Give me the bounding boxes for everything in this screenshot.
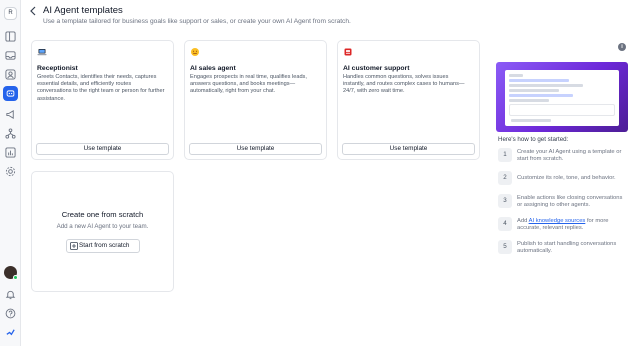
scratch-description: Add a new AI Agent to your team. <box>56 223 149 230</box>
template-name: AI sales agent <box>190 65 236 72</box>
template-card-customer-support: AI customer support Handles common quest… <box>337 40 480 160</box>
template-card-sales-agent: AI sales agent Engages prospects in real… <box>184 40 327 160</box>
step-number: 3 <box>498 194 512 208</box>
template-name: Receptionist <box>37 65 78 72</box>
chat-preview-window <box>505 70 619 126</box>
ai-agents-nav-active[interactable] <box>3 86 18 101</box>
template-name: AI customer support <box>343 65 410 72</box>
inbox-icon[interactable] <box>5 50 16 61</box>
template-card-receptionist: Receptionist Greets Contacts, identifies… <box>31 40 174 160</box>
laptop-icon <box>37 49 47 56</box>
back-arrow-icon[interactable] <box>29 6 37 16</box>
page-subtitle: Use a template tailored for business goa… <box>43 18 351 25</box>
ai-knowledge-sources-link[interactable]: AI knowledge sources <box>529 218 586 224</box>
use-template-button[interactable]: Use template <box>189 143 322 155</box>
step-text: Create your AI Agent using a template or… <box>517 149 622 163</box>
step-number: 5 <box>498 240 512 254</box>
step-number: 1 <box>498 148 512 162</box>
workspace-avatar[interactable]: R <box>4 7 17 20</box>
automation-icon[interactable] <box>5 128 16 139</box>
user-avatar[interactable] <box>4 266 18 280</box>
ai-agent-icon <box>6 90 15 97</box>
preview-message-bar <box>509 104 615 116</box>
brand-logo-icon <box>6 329 15 336</box>
step-number: 4 <box>498 217 512 231</box>
page-title: AI Agent templates <box>43 5 123 16</box>
step-text-pre: Add <box>517 218 529 224</box>
use-template-button[interactable]: Use template <box>36 143 169 155</box>
step-number: 2 <box>498 171 512 185</box>
start-from-scratch-button[interactable]: Start from scratch <box>66 239 140 253</box>
step-text: Add AI knowledge sources for more accura… <box>517 218 627 233</box>
agent-preview-image <box>496 62 628 132</box>
scratch-title: Create one from scratch <box>61 210 144 219</box>
megaphone-icon[interactable] <box>5 109 16 120</box>
create-from-scratch-card: Create one from scratch Add a new AI Age… <box>31 171 174 292</box>
layout-icon[interactable] <box>5 31 16 42</box>
step-text: Enable actions like closing conversation… <box>517 195 623 209</box>
left-nav-rail: R <box>0 0 21 346</box>
reports-icon[interactable] <box>5 147 16 158</box>
smile-emoji-icon <box>191 48 199 56</box>
template-description: Greets Contacts, identifies their needs,… <box>37 74 165 102</box>
help-icon[interactable] <box>5 308 16 319</box>
contacts-icon[interactable] <box>5 69 16 80</box>
settings-gear-icon[interactable] <box>5 166 16 177</box>
step-text: Customize its role, tone, and behavior. <box>517 175 616 181</box>
start-from-scratch-label: Start from scratch <box>79 242 130 249</box>
guide-heading: Here's how to get started: <box>498 136 569 143</box>
use-template-button[interactable]: Use template <box>342 143 475 155</box>
online-status-dot <box>13 275 18 280</box>
support-icon <box>344 48 352 56</box>
template-description: Engages prospects in real time, qualifie… <box>190 74 307 95</box>
info-icon[interactable]: i <box>618 43 626 51</box>
edit-plus-icon <box>70 242 78 250</box>
template-description: Handles common questions, solves issues … <box>343 74 465 95</box>
notifications-bell-icon[interactable] <box>5 289 16 300</box>
step-text: Publish to start handling conversations … <box>517 241 617 255</box>
